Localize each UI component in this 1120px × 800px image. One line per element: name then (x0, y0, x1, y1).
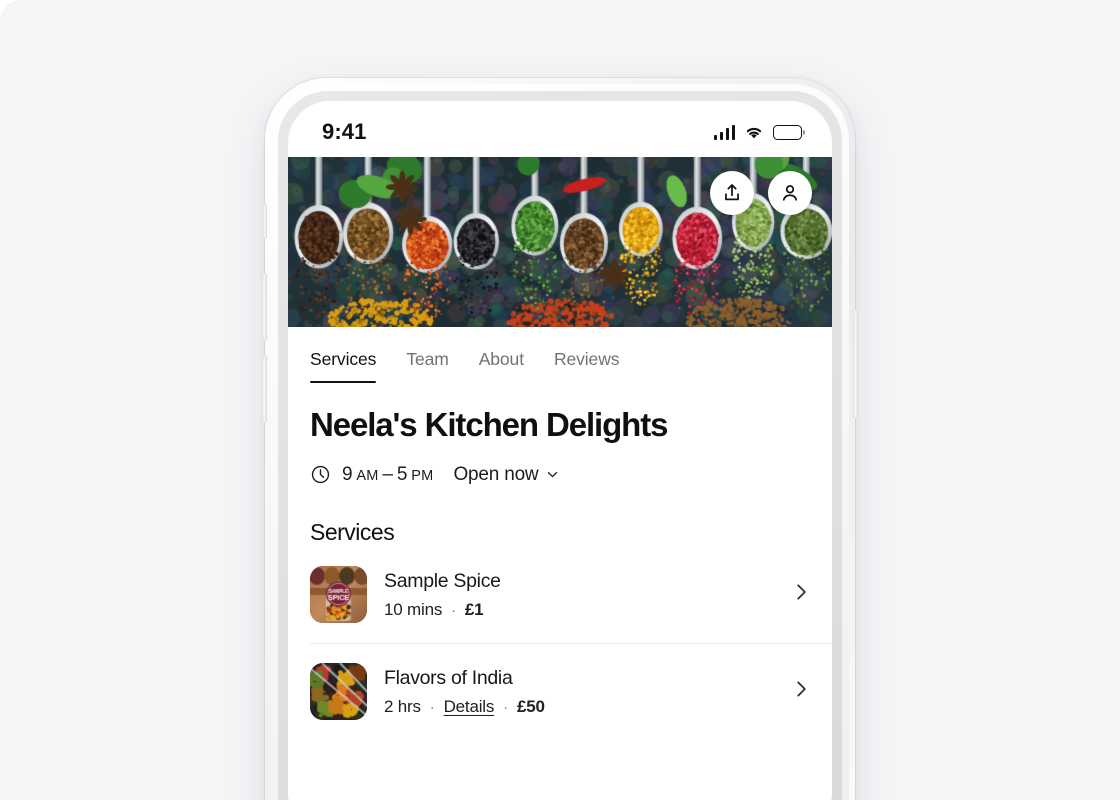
page-title: Neela's Kitchen Delights (310, 406, 810, 444)
service-duration: 10 mins (384, 600, 442, 620)
business-hours-row: 9 AM – 5 PM Open now (310, 464, 810, 486)
power-button[interactable] (853, 310, 858, 418)
hero-image (288, 157, 832, 327)
service-details-link[interactable]: Details (444, 697, 495, 717)
volume-down-button[interactable] (262, 356, 267, 422)
service-meta: 2 hrs · Details · £50 (384, 697, 767, 717)
phone-screen: 9:41 Services Team About Reviews Neela's… (288, 101, 832, 800)
service-duration: 2 hrs (384, 697, 421, 717)
hero-action-buttons (710, 171, 812, 215)
meta-separator: · (503, 699, 508, 716)
service-info: Sample Spice 10 mins · £1 (384, 569, 767, 620)
profile-tabs: Services Team About Reviews (288, 327, 832, 383)
account-button[interactable] (768, 171, 812, 215)
tab-reviews[interactable]: Reviews (554, 349, 619, 383)
status-bar: 9:41 (288, 101, 832, 157)
service-list-item-sample-spice[interactable]: Sample Spice 10 mins · £1 (288, 546, 832, 643)
tab-about[interactable]: About (479, 349, 524, 383)
person-account-icon (779, 182, 801, 204)
business-header: Neela's Kitchen Delights 9 AM – 5 PM Ope… (288, 383, 832, 486)
chevron-right-icon[interactable] (784, 581, 812, 608)
battery-full-icon (773, 125, 802, 140)
meta-separator: · (451, 602, 456, 619)
flavors-of-india-thumbnail (310, 663, 367, 720)
hours-close: 5 (397, 464, 407, 486)
hours-dash: – (383, 464, 393, 486)
silent-switch-button[interactable] (263, 204, 267, 238)
clock-icon (310, 464, 331, 485)
wifi-icon (744, 125, 764, 140)
chevron-down-icon (545, 467, 560, 482)
service-list-item-flavors-of-india[interactable]: Flavors of India 2 hrs · Details · £50 (288, 643, 832, 740)
share-button[interactable] (710, 171, 754, 215)
service-price: £1 (465, 600, 484, 620)
share-upload-icon (721, 182, 743, 204)
volume-up-button[interactable] (262, 274, 267, 340)
service-name: Flavors of India (384, 666, 767, 690)
tab-team[interactable]: Team (406, 349, 448, 383)
chevron-right-icon[interactable] (784, 678, 812, 705)
service-name: Sample Spice (384, 569, 767, 593)
hours-open-period: AM (356, 468, 378, 484)
phone-device-frame: 9:41 Services Team About Reviews Neela's… (265, 78, 855, 800)
status-bar-icons (714, 125, 803, 140)
tab-services[interactable]: Services (310, 349, 376, 383)
services-section-title: Services (288, 486, 832, 546)
meta-separator: · (430, 699, 435, 716)
status-bar-time: 9:41 (322, 119, 366, 145)
open-status-dropdown[interactable]: Open now (453, 464, 560, 486)
hours-open: 9 (342, 464, 352, 486)
hours-close-period: PM (411, 468, 433, 484)
page-corner-decoration (0, 0, 40, 40)
open-status-label: Open now (453, 464, 538, 486)
business-hours: 9 AM – 5 PM (342, 464, 433, 486)
cellular-signal-icon (714, 125, 736, 140)
service-info: Flavors of India 2 hrs · Details · £50 (384, 666, 767, 717)
service-price: £50 (517, 697, 545, 717)
service-meta: 10 mins · £1 (384, 600, 767, 620)
sample-spice-jar-thumbnail (310, 566, 367, 623)
